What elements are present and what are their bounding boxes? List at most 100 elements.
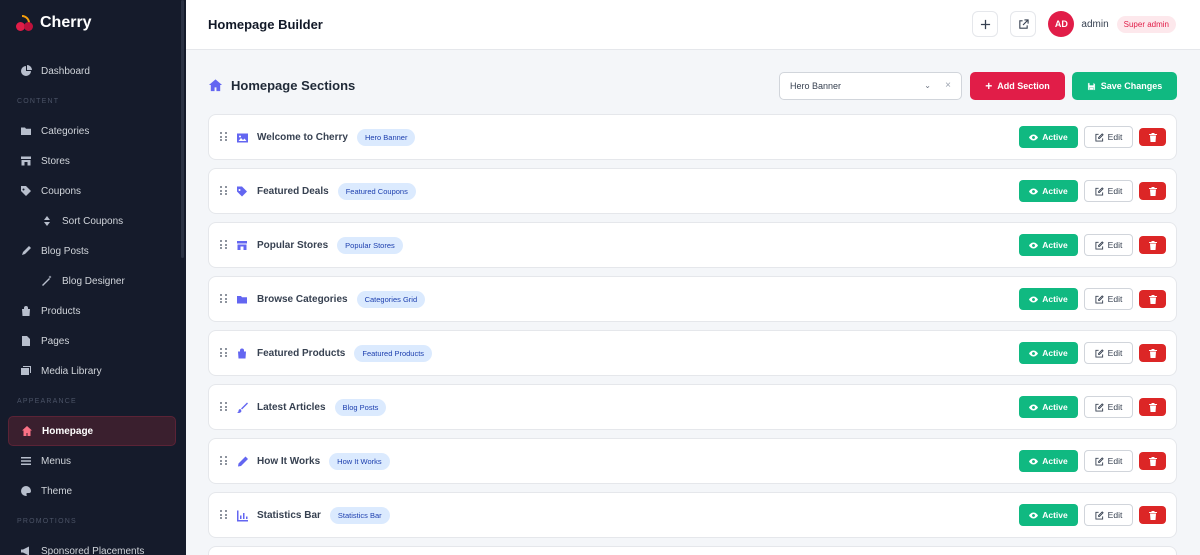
drag-handle-icon[interactable] xyxy=(220,132,228,142)
folder-icon xyxy=(19,124,33,138)
section-title: Browse Categories xyxy=(257,293,348,305)
page-title: Homepage Builder xyxy=(208,17,323,32)
avatar[interactable]: AD xyxy=(1048,11,1075,37)
active-toggle-button[interactable]: Active xyxy=(1019,396,1078,418)
drag-handle-icon[interactable] xyxy=(220,240,228,250)
active-toggle-button[interactable]: Active xyxy=(1019,504,1078,526)
edit-label: Edit xyxy=(1107,510,1123,520)
add-button[interactable] xyxy=(972,11,999,37)
nav-section-heading: CONTENT xyxy=(17,97,60,105)
section-title: Featured Products xyxy=(257,347,346,359)
sidebar-item-sort-coupons[interactable]: Sort Coupons xyxy=(0,206,186,236)
save-changes-button[interactable]: Save Changes xyxy=(1072,72,1177,100)
edit-button[interactable]: Edit xyxy=(1084,450,1133,472)
section-title: Homepage Sections xyxy=(231,78,356,93)
sidebar-item-sponsored-placements[interactable]: Sponsored Placements xyxy=(0,536,186,555)
sidebar-item-products[interactable]: Products xyxy=(0,296,186,326)
shopping-bag-icon xyxy=(19,304,33,318)
edit-button[interactable]: Edit xyxy=(1084,180,1133,202)
sidebar-item-label: Theme xyxy=(41,485,73,497)
sidebar-item-homepage[interactable]: Homepage xyxy=(8,416,176,446)
delete-button[interactable] xyxy=(1139,452,1166,470)
nav-section-heading: PROMOTIONS xyxy=(17,517,77,525)
edit-button[interactable]: Edit xyxy=(1084,234,1133,256)
edit-button[interactable]: Edit xyxy=(1084,126,1133,148)
bar-chart-icon xyxy=(235,508,249,522)
save-changes-label: Save Changes xyxy=(1100,81,1163,91)
edit-label: Edit xyxy=(1107,132,1123,142)
section-row: How It Works How It Works Active Edit xyxy=(208,438,1177,484)
row-actions: Active Edit xyxy=(1019,450,1166,472)
edit-icon xyxy=(1095,510,1104,520)
trash-icon xyxy=(1148,348,1157,358)
sidebar-item-label: Categories xyxy=(41,125,90,137)
add-section-label: Add Section xyxy=(997,81,1050,91)
active-label: Active xyxy=(1042,294,1068,304)
brand[interactable]: Cherry xyxy=(0,0,186,46)
edit-icon xyxy=(1095,132,1104,142)
menu-icon xyxy=(19,454,33,468)
active-toggle-button[interactable]: Active xyxy=(1019,126,1078,148)
sidebar-item-categories[interactable]: Categories xyxy=(0,116,186,146)
sidebar-scrollbar[interactable] xyxy=(181,0,184,258)
sidebar-item-blog-designer[interactable]: Blog Designer xyxy=(0,266,186,296)
drag-handle-icon[interactable] xyxy=(220,348,228,358)
edit-button[interactable]: Edit xyxy=(1084,396,1133,418)
sidebar-item-stores[interactable]: Stores xyxy=(0,146,186,176)
delete-button[interactable] xyxy=(1139,290,1166,308)
row-actions: Active Edit xyxy=(1019,504,1166,526)
active-toggle-button[interactable]: Active xyxy=(1019,450,1078,472)
add-section-button[interactable]: + Add Section xyxy=(970,72,1065,100)
home-icon xyxy=(208,79,223,92)
active-toggle-button[interactable]: Active xyxy=(1019,180,1078,202)
edit-label: Edit xyxy=(1107,294,1123,304)
section-type-badge: Featured Coupons xyxy=(337,182,416,200)
section-row: Statistics Bar Statistics Bar Active Edit xyxy=(208,492,1177,538)
drag-handle-icon[interactable] xyxy=(220,402,228,412)
eye-icon xyxy=(1029,404,1039,410)
sidebar-item-coupons[interactable]: Coupons xyxy=(0,176,186,206)
eye-icon xyxy=(1029,458,1039,464)
row-actions: Active Edit xyxy=(1019,126,1166,148)
sidebar-item-theme[interactable]: Theme xyxy=(0,476,186,506)
delete-button[interactable] xyxy=(1139,344,1166,362)
section-type-badge: Categories Grid xyxy=(356,290,426,308)
palette-icon xyxy=(19,484,33,498)
active-toggle-button[interactable]: Active xyxy=(1019,288,1078,310)
active-label: Active xyxy=(1042,510,1068,520)
section-type-select[interactable]: Hero Banner ⌄ × xyxy=(779,72,962,100)
edit-button[interactable]: Edit xyxy=(1084,504,1133,526)
edit-icon xyxy=(1095,402,1104,412)
sidebar-item-menus[interactable]: Menus xyxy=(0,446,186,476)
edit-label: Edit xyxy=(1107,240,1123,250)
sidebar-item-label: Menus xyxy=(41,455,72,467)
drag-handle-icon[interactable] xyxy=(220,456,228,466)
page-icon xyxy=(19,334,33,348)
role-badge: Super admin xyxy=(1116,15,1176,33)
edit-button[interactable]: Edit xyxy=(1084,342,1133,364)
sidebar-item-pages[interactable]: Pages xyxy=(0,326,186,356)
section-title: Popular Stores xyxy=(257,239,329,251)
drag-handle-icon[interactable] xyxy=(220,186,228,196)
trash-icon xyxy=(1148,240,1157,250)
sidebar-item-blog-posts[interactable]: Blog Posts xyxy=(0,236,186,266)
cherry-logo-icon xyxy=(16,14,34,32)
edit-button[interactable]: Edit xyxy=(1084,288,1133,310)
drag-handle-icon[interactable] xyxy=(220,510,228,520)
section-row: Featured Deals Featured Coupons Active Edit xyxy=(208,168,1177,214)
section-type-badge: Blog Posts xyxy=(334,398,387,416)
active-toggle-button[interactable]: Active xyxy=(1019,342,1078,364)
delete-button[interactable] xyxy=(1139,236,1166,254)
sidebar-item-dashboard[interactable]: Dashboard xyxy=(0,56,186,86)
drag-handle-icon[interactable] xyxy=(220,294,228,304)
dashboard-icon xyxy=(19,64,33,78)
delete-button[interactable] xyxy=(1139,182,1166,200)
clear-icon[interactable]: × xyxy=(945,80,951,91)
sidebar-item-media-library[interactable]: Media Library xyxy=(0,356,186,386)
delete-button[interactable] xyxy=(1139,398,1166,416)
open-site-button[interactable] xyxy=(1010,11,1037,37)
active-toggle-button[interactable]: Active xyxy=(1019,234,1078,256)
delete-button[interactable] xyxy=(1139,128,1166,146)
save-icon xyxy=(1087,82,1096,90)
delete-button[interactable] xyxy=(1139,506,1166,524)
